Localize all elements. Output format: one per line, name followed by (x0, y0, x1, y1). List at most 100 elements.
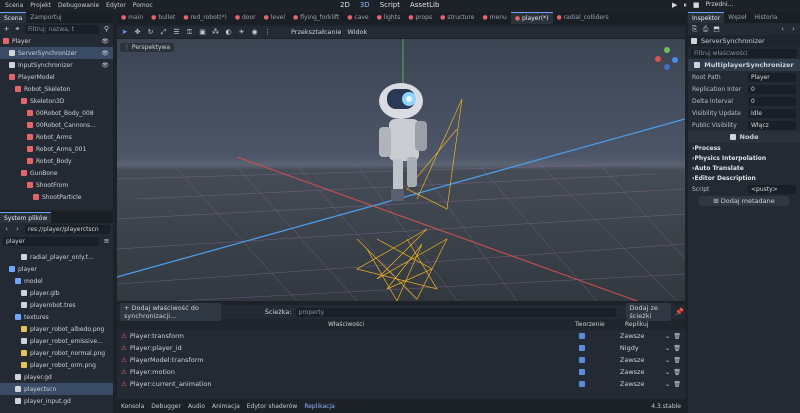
spawn-checkbox[interactable] (578, 333, 585, 339)
property-path-input[interactable]: property (295, 307, 616, 317)
files-row[interactable]: radial_player_only.t... (0, 251, 113, 263)
replication-row[interactable]: ⚠ Player:transform Zawsze ⌄ 🗑 (117, 330, 685, 342)
files-row[interactable]: playerobot.tres (0, 299, 113, 311)
files-row[interactable]: playectscn (0, 383, 113, 395)
lock-icon[interactable]: ⚿ (186, 28, 193, 36)
sun-icon[interactable]: ☀ (238, 28, 245, 36)
scene_tree-row[interactable]: ServerSynchronizer 👁 (0, 47, 113, 59)
sort-icon[interactable]: ≡ (103, 237, 110, 245)
bottom-tab-5[interactable]: Replikacja (304, 403, 334, 410)
scene-tab[interactable]: ● structure (436, 12, 478, 24)
scene-tab[interactable]: ● level (260, 12, 289, 24)
workspace-script[interactable]: Script (380, 1, 400, 9)
replication-row[interactable]: ⚠ Player:motion Zawsze ⌄ 🗑 (117, 366, 685, 378)
replication-row[interactable]: ⚠ Player:current_animation Zawsze ⌄ 🗑 (117, 378, 685, 390)
add-metadata-button[interactable]: ⊞ Dodaj metadane (699, 196, 789, 206)
spawn-checkbox[interactable] (578, 381, 585, 387)
bottom-tab-2[interactable]: Audio (188, 403, 205, 410)
move-tool-icon[interactable]: ✥ (134, 28, 141, 36)
inspector-tab-1[interactable]: Węzeł (724, 12, 750, 23)
scene_tree-row[interactable]: Robot_Arms (0, 131, 113, 143)
bottom-tab-4[interactable]: Edytor shaderów (247, 403, 298, 410)
files-row[interactable]: player.glb (0, 287, 113, 299)
scene_tree-row[interactable]: Robot_Arms_001 (0, 143, 113, 155)
view-menu[interactable]: Widok (347, 28, 367, 36)
scene-tab[interactable]: ● bullet (147, 12, 179, 24)
property-value[interactable]: 0 (748, 96, 796, 106)
workspace-assetlib[interactable]: AssetLib (410, 1, 439, 9)
menu-dots-icon[interactable]: ⋮ (264, 28, 271, 36)
scene-tab[interactable]: ● red_robot(*) (179, 12, 231, 24)
scale-tool-icon[interactable]: ⤢ (160, 28, 167, 36)
property-value[interactable]: Idle (748, 108, 796, 118)
scene-tab[interactable]: ● menu (479, 12, 511, 24)
scene-tab[interactable]: ● flying_forklift (289, 12, 343, 24)
scene_tree-row[interactable]: 00Robot_Cannons... (0, 119, 113, 131)
inspector-tab-0[interactable]: Inspektor (688, 12, 725, 23)
scene_tree-row[interactable]: PlayerModel (0, 71, 113, 83)
open-icon[interactable]: ⎙ (702, 25, 709, 33)
menu-item-3[interactable]: Edytor (106, 2, 126, 9)
replicate-mode-select[interactable]: Zawsze (620, 332, 662, 340)
scene-tab[interactable]: ● main (117, 12, 147, 24)
files-row[interactable]: textures (0, 311, 113, 323)
dock-tab-0[interactable]: Scena (0, 12, 27, 23)
add-node-icon[interactable]: + (3, 25, 10, 33)
inspector-section[interactable]: › Auto Translate (688, 163, 800, 173)
scene-tab[interactable]: ● lights (373, 12, 405, 24)
scene-tab[interactable]: ● cave (343, 12, 372, 24)
inspector-tab-2[interactable]: Historia (750, 12, 781, 23)
replication-row[interactable]: ⚠ PlayerModel:transform Zawsze ⌄ 🗑 (117, 354, 685, 366)
axis-gizmo[interactable] (655, 47, 679, 71)
menu-item-4[interactable]: Pomoc (133, 2, 153, 9)
workspace-3d[interactable]: 3D (360, 1, 370, 9)
replicate-mode-select[interactable]: Zawsze (620, 368, 662, 376)
inspector-section[interactable]: › Physics Interpolation (688, 153, 800, 163)
files-row[interactable]: player_robot_normal.png (0, 347, 113, 359)
delete-icon[interactable]: 🗑 (673, 357, 681, 364)
bottom-tab-0[interactable]: Konsola (121, 403, 144, 410)
filesystem-tab[interactable]: System plików (0, 212, 52, 223)
property-value[interactable]: Player (748, 72, 796, 82)
spawn-checkbox[interactable] (578, 345, 585, 351)
replicate-mode-select[interactable]: Nigdy (620, 344, 662, 352)
inspected-node[interactable]: ServerSynchronizer (701, 37, 765, 45)
delete-icon[interactable]: 🗑 (673, 333, 681, 340)
files-row[interactable]: player_robot_albedo.png (0, 323, 113, 335)
scene_tree-row[interactable]: Robot_Skeleton (0, 83, 113, 95)
replicate-mode-select[interactable]: Zawsze (620, 356, 662, 364)
files-row[interactable]: player_input.gd (0, 395, 113, 407)
back-icon[interactable]: ‹ (3, 225, 10, 233)
scene-tab[interactable]: ● props (404, 12, 436, 24)
scene_tree-row[interactable]: Skeleton3D (0, 95, 113, 107)
file-search-input[interactable]: player (3, 236, 99, 246)
select-tool-icon[interactable]: ➤ (121, 28, 128, 36)
pin-icon[interactable]: 📌 (675, 308, 684, 316)
path-field[interactable]: res://player/playerctscn (25, 224, 110, 234)
transform-menu[interactable]: Przekształcanie (291, 28, 341, 36)
menu-item-1[interactable]: Projekt (30, 2, 51, 9)
scene-tab[interactable]: ● door (231, 12, 260, 24)
renderer-select[interactable]: Przedni... (706, 1, 734, 10)
pause-icon[interactable]: ⏸ (683, 1, 687, 10)
delete-icon[interactable]: 🗑 (673, 381, 681, 388)
scene-tab[interactable]: ● player(*) (510, 12, 553, 24)
files-row[interactable]: player (0, 263, 113, 275)
scene_tree-row[interactable]: 00Robot_Body_008 (0, 107, 113, 119)
forward-icon[interactable]: › (14, 225, 21, 233)
local-space-icon[interactable]: ◐ (225, 28, 232, 36)
history-back-icon[interactable]: ‹ (779, 25, 786, 33)
property-value[interactable]: Włącz (748, 120, 796, 130)
scene_tree-row[interactable]: GunBone (0, 167, 113, 179)
spawn-checkbox[interactable] (578, 369, 585, 375)
link-icon[interactable]: ⚭ (14, 25, 21, 33)
list-tool-icon[interactable]: ☰ (173, 28, 180, 36)
stop-icon[interactable]: ■ (693, 1, 700, 10)
add-property-button[interactable]: + Dodaj właściwość do synchronizacji... (120, 303, 221, 321)
files-row[interactable]: player.gd (0, 371, 113, 383)
property-filter-input[interactable]: Filtruj właściwości (691, 48, 797, 58)
group-icon[interactable]: ▣ (199, 28, 206, 36)
scene_tree-row[interactable]: Player 👁 (0, 35, 113, 47)
scene-filter-input[interactable]: Filtruj: nazwa, t (25, 24, 99, 34)
rotate-tool-icon[interactable]: ↻ (147, 28, 154, 36)
